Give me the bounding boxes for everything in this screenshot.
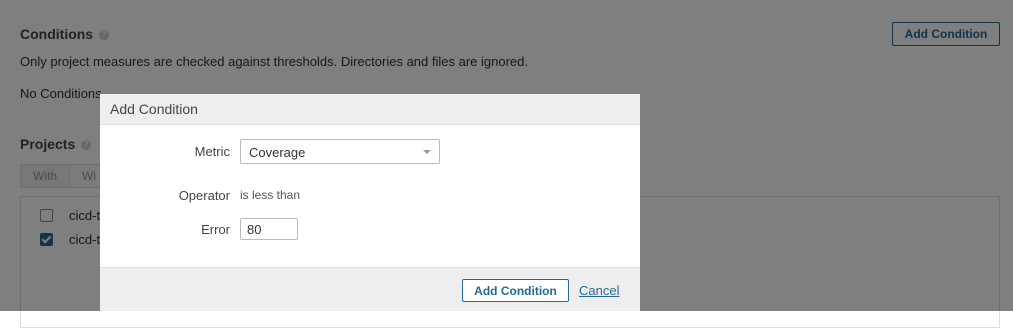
- error-label: Error: [201, 222, 230, 237]
- chevron-down-icon: [423, 150, 431, 154]
- metric-label: Metric: [194, 144, 230, 159]
- dialog-title: Add Condition: [110, 101, 198, 117]
- error-threshold-input[interactable]: [240, 218, 298, 240]
- operator-value: is less than: [240, 188, 301, 202]
- dialog-footer: Add Condition Cancel: [100, 267, 640, 311]
- metric-select[interactable]: Coverage: [240, 139, 440, 164]
- metric-select-value: Coverage: [249, 145, 306, 160]
- add-condition-dialog: Add Condition Metric Coverage Operator i…: [100, 94, 640, 311]
- operator-label: Operator: [178, 188, 230, 203]
- dialog-header: Add Condition: [100, 94, 640, 125]
- add-condition-submit-button[interactable]: Add Condition: [462, 279, 569, 302]
- cancel-link[interactable]: Cancel: [579, 283, 619, 298]
